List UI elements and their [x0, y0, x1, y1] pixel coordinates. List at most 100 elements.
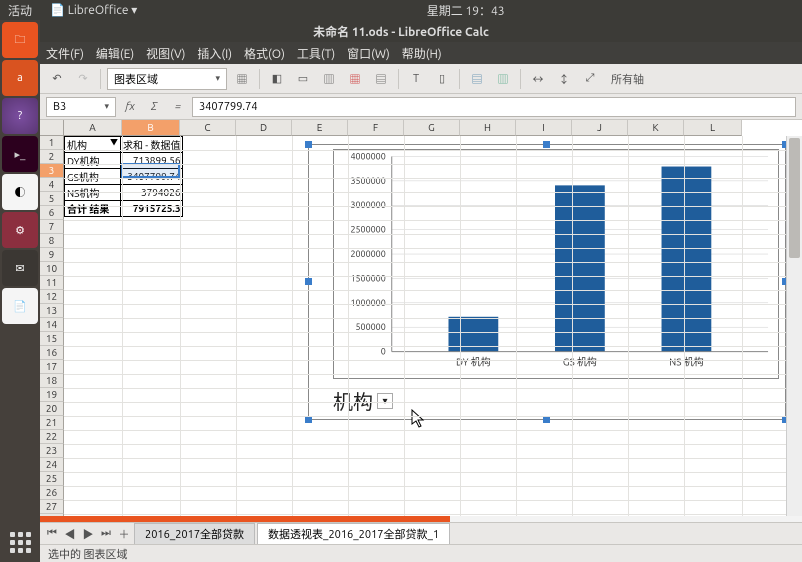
row-header-24[interactable]: 24 [40, 458, 64, 472]
resize-handle[interactable] [305, 278, 312, 285]
activities-button[interactable]: 活动 [8, 2, 32, 19]
row-header-8[interactable]: 8 [40, 234, 64, 248]
row-header-23[interactable]: 23 [40, 444, 64, 458]
titles-icon[interactable]: T [405, 68, 427, 90]
menu-bar[interactable]: 文件(F) 编辑(E) 视图(V) 插入(I) 格式(O) 工具(T) 窗口(W… [40, 42, 802, 64]
terminal-icon[interactable]: ▸_ [2, 136, 38, 172]
menu-format[interactable]: 格式(O) [244, 45, 285, 62]
chromium-icon[interactable]: ◐ [2, 174, 38, 210]
vertical-scrollbar[interactable] [786, 136, 802, 516]
row-header-15[interactable]: 15 [40, 332, 64, 346]
horizontal-scroll-region[interactable] [40, 516, 802, 522]
mail-icon[interactable]: ✉ [2, 250, 38, 286]
row-header-22[interactable]: 22 [40, 430, 64, 444]
undo-icon[interactable]: ↶ [46, 68, 68, 90]
name-box[interactable]: B3▾ [46, 97, 116, 117]
data-ranges-icon[interactable]: ▦ [344, 68, 366, 90]
format-selection-icon[interactable]: ▦ [231, 68, 253, 90]
col-header-B[interactable]: B [122, 120, 180, 136]
chart-element-selector[interactable]: 图表区域▾ [107, 68, 227, 90]
row-header-2[interactable]: 2 [40, 150, 64, 164]
formula-input[interactable]: 3407799.74 [192, 97, 796, 117]
amazon-icon[interactable]: a [2, 60, 38, 96]
help-icon[interactable]: ? [2, 98, 38, 134]
select-all-corner[interactable] [40, 120, 64, 136]
menu-edit[interactable]: 编辑(E) [96, 45, 134, 62]
resize-handle[interactable] [543, 141, 550, 148]
col-header-K[interactable]: K [628, 120, 684, 136]
row-header-26[interactable]: 26 [40, 486, 64, 500]
column-headers[interactable]: ABCDEFGHIJKL [64, 120, 786, 136]
col-header-D[interactable]: D [236, 120, 292, 136]
row-header-9[interactable]: 9 [40, 248, 64, 262]
add-sheet-icon[interactable]: ＋ [116, 526, 132, 542]
vgrid-icon[interactable]: ▥ [492, 68, 514, 90]
chart-axis-title[interactable]: 机构 ▾ [333, 386, 393, 415]
row-header-16[interactable]: 16 [40, 346, 64, 360]
resize-handle[interactable] [543, 416, 550, 423]
col-header-E[interactable]: E [292, 120, 348, 136]
col-header-J[interactable]: J [572, 120, 628, 136]
row-headers[interactable]: 1234567891011121314151617181920212223242… [40, 136, 64, 516]
row-header-14[interactable]: 14 [40, 318, 64, 332]
menu-window[interactable]: 窗口(W) [347, 45, 390, 62]
resize-handle[interactable] [305, 416, 312, 423]
row-header-18[interactable]: 18 [40, 374, 64, 388]
row-header-1[interactable]: 1 [40, 136, 64, 150]
sum-icon[interactable]: Σ [144, 97, 164, 117]
scroll-thumb[interactable] [789, 138, 800, 258]
resize-handle[interactable] [305, 141, 312, 148]
legend-icon[interactable]: ▯ [431, 68, 453, 90]
col-header-A[interactable]: A [64, 120, 122, 136]
col-header-C[interactable]: C [180, 120, 236, 136]
row-header-12[interactable]: 12 [40, 290, 64, 304]
row-header-10[interactable]: 10 [40, 262, 64, 276]
row-header-5[interactable]: 5 [40, 192, 64, 206]
row-header-13[interactable]: 13 [40, 304, 64, 318]
sheet-area[interactable]: ABCDEFGHIJKL 123456789101112131415161718… [40, 120, 802, 516]
fx-icon[interactable]: fx [120, 97, 140, 117]
menu-view[interactable]: 视图(V) [146, 45, 185, 62]
row-header-11[interactable]: 11 [40, 276, 64, 290]
sheet-tab-1[interactable]: 2016_2017全部贷款 [134, 523, 255, 544]
col-header-G[interactable]: G [404, 120, 460, 136]
tab-next-icon[interactable]: ▶ [80, 526, 96, 542]
xaxis-icon[interactable]: ↔ [527, 68, 549, 90]
data-table-icon[interactable]: ▤ [370, 68, 392, 90]
chart-object[interactable]: 0500000100000015000002000000250000030000… [308, 144, 786, 420]
menu-insert[interactable]: 插入(I) [197, 45, 232, 62]
yaxis-icon[interactable]: ↕ [553, 68, 575, 90]
row-header-6[interactable]: 6 [40, 206, 64, 220]
app-menu[interactable]: 📄 LibreOffice ▾ [50, 3, 137, 17]
document-icon[interactable]: 📄 [2, 288, 38, 324]
show-apps-icon[interactable] [2, 528, 38, 556]
hgrid-icon[interactable]: ▤ [466, 68, 488, 90]
zaxis-icon[interactable]: ⤢ [579, 68, 601, 90]
equals-icon[interactable]: = [168, 97, 188, 117]
axis-title-dropdown-icon[interactable]: ▾ [377, 393, 393, 409]
menu-tools[interactable]: 工具(T) [297, 45, 335, 62]
chart-plot-area[interactable]: 0500000100000015000002000000250000030000… [333, 149, 779, 379]
col-header-L[interactable]: L [684, 120, 742, 136]
row-header-21[interactable]: 21 [40, 416, 64, 430]
tab-last-icon[interactable]: ⏭ [98, 526, 114, 542]
chart-wall-icon[interactable]: ▥ [318, 68, 340, 90]
clock[interactable]: 星期二 19：43 [137, 2, 794, 19]
row-header-3[interactable]: 3 [40, 164, 64, 178]
chart-area-icon[interactable]: ▭ [292, 68, 314, 90]
tab-prev-icon[interactable]: ◀ [62, 526, 78, 542]
tab-first-icon[interactable]: ⏮ [44, 526, 60, 542]
col-header-I[interactable]: I [516, 120, 572, 136]
menu-file[interactable]: 文件(F) [46, 45, 84, 62]
files-icon[interactable]: 🗀 [2, 22, 38, 58]
row-header-25[interactable]: 25 [40, 472, 64, 486]
row-header-4[interactable]: 4 [40, 178, 64, 192]
chart-type-icon[interactable]: ◧ [266, 68, 288, 90]
settings-icon[interactable]: ⚙ [2, 212, 38, 248]
col-header-F[interactable]: F [348, 120, 404, 136]
row-header-17[interactable]: 17 [40, 360, 64, 374]
all-axes-label[interactable]: 所有轴 [611, 71, 644, 87]
menu-help[interactable]: 帮助(H) [402, 45, 442, 62]
row-header-7[interactable]: 7 [40, 220, 64, 234]
row-header-20[interactable]: 20 [40, 402, 64, 416]
